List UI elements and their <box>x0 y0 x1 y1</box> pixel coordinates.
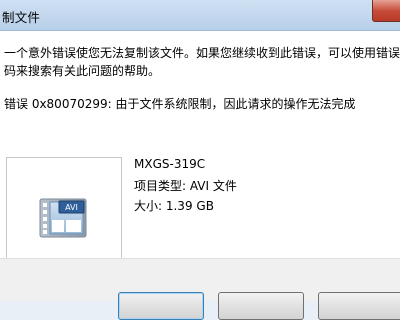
close-button[interactable] <box>372 0 400 22</box>
error-message: 一个意外错误使您无法复制该文件。如果您继续收到此错误，可以使用错误代 码来搜索有… <box>4 44 400 80</box>
middle-button[interactable] <box>218 292 304 320</box>
title-bar: 制文件 <box>0 0 400 31</box>
file-name: MXGS-319C <box>134 157 206 171</box>
error-message-line-2: 码来搜索有关此问题的帮助。 <box>4 64 161 78</box>
left-button[interactable] <box>118 292 204 320</box>
file-thumbnail: AVI <box>6 157 122 271</box>
button-bar <box>0 258 400 320</box>
window-title: 制文件 <box>2 10 41 25</box>
svg-text:AVI: AVI <box>65 203 78 212</box>
right-button[interactable] <box>318 292 400 320</box>
error-message-line-1: 一个意外错误使您无法复制该文件。如果您继续收到此错误，可以使用错误代 <box>4 46 400 60</box>
file-type: 项目类型: AVI 文件 <box>134 179 237 193</box>
video-file-icon: AVI <box>39 198 87 238</box>
error-code: 错误 0x80070299: 由于文件系统限制，因此请求的操作无法完成 <box>4 97 356 111</box>
file-size: 大小: 1.39 GB <box>134 199 214 213</box>
